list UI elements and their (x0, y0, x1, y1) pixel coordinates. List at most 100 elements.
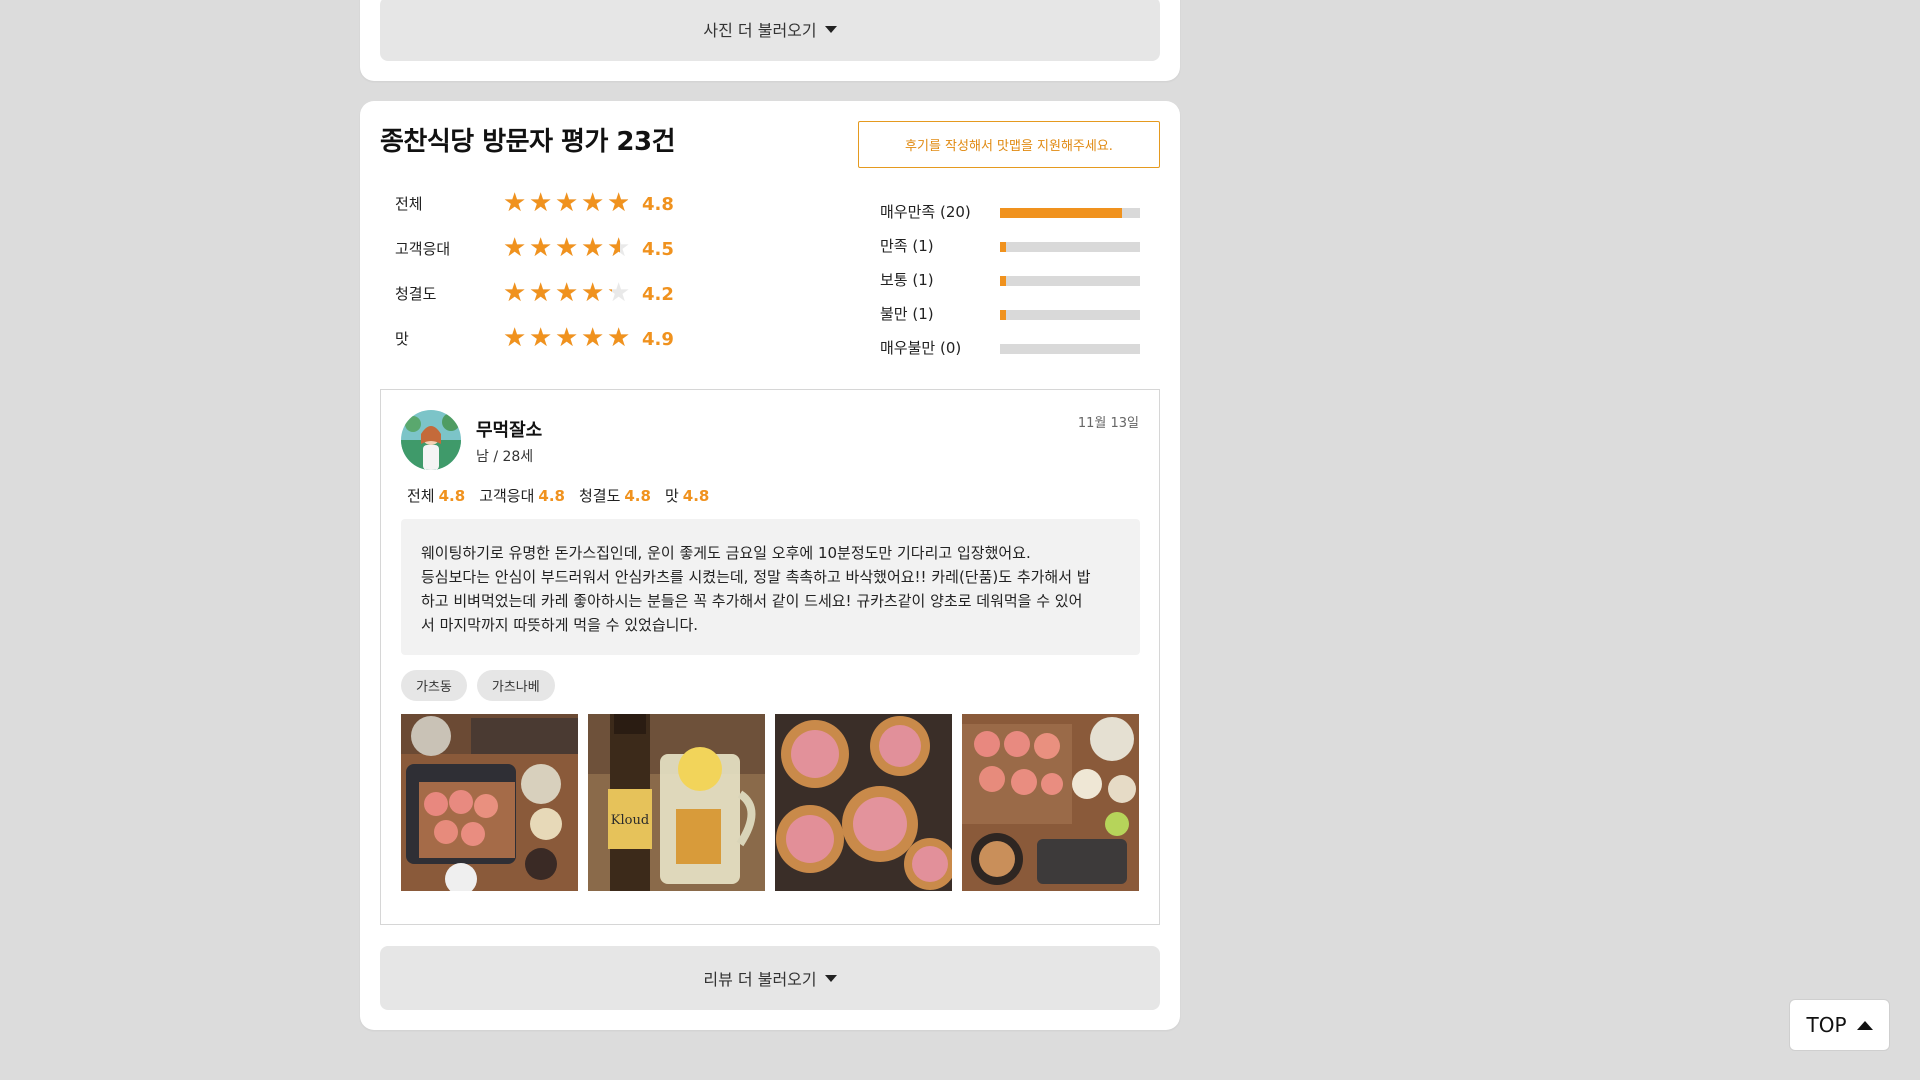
star-icon: ★★ (555, 324, 581, 352)
star-rating: ★★★★★★★★★★ (503, 324, 633, 352)
star-fill: ★ (555, 279, 579, 307)
score-value: 4.9 (642, 329, 674, 350)
caret-down-icon (824, 25, 837, 33)
review-score-value: 4.8 (624, 487, 651, 505)
review-score: 맛 4.8 (665, 485, 709, 506)
star-icon: ★★ (607, 323, 631, 353)
distribution-label: 매우불만 (0) (880, 339, 962, 357)
star-icon: ★★ (555, 189, 581, 217)
distribution-row: 매우만족 (20) (880, 201, 1145, 223)
review-text: 웨이팅하기로 유명한 돈가스집인데, 운이 좋게도 금요일 오후에 10분정도만… (401, 519, 1140, 655)
star-icon: ★★ (503, 324, 529, 352)
score-row: 맛 ★ ★ ★ ★ ★ ★ ★ ★ ★ ★ 4.9 (395, 324, 715, 354)
score-value: 4.8 (642, 194, 674, 215)
review-score: 청결도 4.8 (579, 485, 651, 506)
beer-label: Kloud (611, 813, 649, 828)
review-score-value: 4.8 (538, 487, 565, 505)
load-more-reviews-button[interactable]: 리뷰 더 불러오기 (380, 946, 1160, 1010)
review-score-label: 고객응대 (479, 487, 535, 505)
distribution-bar (1000, 276, 1140, 286)
review-photo[interactable] (775, 714, 952, 891)
star-icon: ★★ (581, 189, 607, 217)
distribution-row: 만족 (1) (880, 235, 1145, 257)
distribution-bar (1000, 208, 1140, 218)
score-row: 고객응대 ★ ★ ★ ★ ★ ★ ★ ★ ★ ★ 4.5 (395, 234, 715, 264)
load-more-photos-button[interactable]: 사진 더 불러오기 (380, 0, 1160, 61)
star-fill: ★ (581, 189, 605, 217)
star-fill: ★ (529, 234, 553, 262)
star-icon: ★★ (529, 234, 555, 262)
reviews-title: 종찬식당 방문자 평가 23건 (380, 127, 676, 157)
caret-down-icon (824, 974, 837, 982)
score-label: 고객응대 (395, 240, 451, 258)
star-fill: ★ (503, 324, 527, 352)
distribution-bar-fill (1000, 242, 1006, 252)
reviews-card: 종찬식당 방문자 평가 23건 후기를 작성해서 맛맵을 지원해주세요. 전체 … (360, 101, 1180, 1030)
distribution-label: 만족 (1) (880, 237, 934, 255)
review-photo[interactable] (401, 714, 578, 891)
star-icon: ★★ (503, 189, 529, 217)
review-date: 11월 13일 (1077, 416, 1139, 431)
star-fill: ★ (581, 234, 605, 262)
distribution-bar-fill (1000, 208, 1122, 218)
star-fill: ★ (529, 279, 553, 307)
star-icon: ★★ (607, 233, 631, 263)
review-score-label: 맛 (664, 487, 679, 505)
star-icon: ★★ (581, 234, 607, 262)
star-fill: ★ (555, 324, 579, 352)
star-fill: ★ (529, 324, 553, 352)
score-value: 4.2 (642, 284, 674, 305)
star-rating: ★★★★★★★★★★ (503, 279, 633, 307)
star-rating: ★★★★★★★★★★ (503, 189, 633, 217)
star-icon: ★★ (607, 188, 631, 218)
score-row: 청결도 ★★★★★★★★★★ 4.2 (395, 279, 715, 309)
score-row: 전체 ★ ★ ★ ★ ★ ★ ★ ★ ★ ★ 4.8 (395, 189, 715, 219)
star-icon: ★★ (581, 324, 607, 352)
caret-up-icon (1856, 1020, 1873, 1030)
distribution-bar (1000, 242, 1140, 252)
avatar[interactable] (401, 410, 461, 470)
star-fill: ★ (503, 234, 527, 262)
review-score-value: 4.8 (682, 487, 710, 505)
distribution-bar-fill (1000, 276, 1006, 286)
distribution-bar (1000, 344, 1140, 354)
reviewer-meta: 남 / 28세 (476, 449, 534, 465)
reviewer-nickname: 무먹잘소 (476, 420, 543, 441)
review-item: 무먹잘소 남 / 28세 11월 13일 전체 4.8 고객응대 4.8 청결도 4.… (380, 389, 1160, 925)
score-label: 청결도 (395, 285, 437, 303)
scroll-top-label: TOP (1806, 1013, 1847, 1037)
star-rating: ★★★★★★★★★★ (503, 234, 633, 262)
review-text-line: 하고 비벼먹었는데 카레 좋아하시는 분들은 꼭 추가해서 같이 드세요! 규카… (421, 592, 1083, 610)
star-fill: ★ (607, 324, 631, 352)
menu-tag[interactable]: 가츠동 (401, 670, 467, 701)
menu-tag[interactable]: 가츠나베 (476, 670, 555, 701)
star-fill: ★ (581, 324, 605, 352)
review-photo[interactable] (962, 714, 1139, 891)
star-icon: ★★ (555, 279, 581, 307)
review-text-line: 서 마지막까지 따뜻하게 먹을 수 있었습니다. (421, 616, 699, 634)
star-icon: ★★ (529, 279, 555, 307)
score-label: 전체 (395, 195, 423, 213)
review-score: 고객응대 4.8 (479, 485, 565, 506)
distribution-label: 불만 (1) (880, 305, 934, 323)
star-fill: ★ (607, 279, 612, 307)
star-fill: ★ (607, 234, 620, 262)
review-scores: 전체 4.8 고객응대 4.8 청결도 4.8 맛 4.8 (407, 485, 709, 506)
star-icon: ★★ (555, 234, 581, 262)
star-fill: ★ (555, 234, 579, 262)
load-more-reviews-label: 리뷰 더 불러오기 (703, 970, 817, 989)
star-icon: ★★ (529, 189, 555, 217)
score-label: 맛 (395, 330, 409, 348)
distribution-row: 매우불만 (0) (880, 337, 1145, 359)
review-score-label: 전체 (407, 487, 435, 505)
star-fill: ★ (581, 279, 605, 307)
distribution-row: 보통 (1) (880, 269, 1145, 291)
star-icon: ★★ (607, 278, 631, 308)
star-icon: ★★ (503, 234, 529, 262)
review-photo[interactable]: Kloud (588, 714, 765, 891)
write-review-button[interactable]: 후기를 작성해서 맛맵을 지원해주세요. (858, 121, 1160, 168)
star-icon: ★★ (529, 324, 555, 352)
star-fill: ★ (607, 189, 628, 217)
score-value: 4.5 (642, 239, 674, 260)
scroll-top-button[interactable]: TOP (1789, 999, 1890, 1051)
